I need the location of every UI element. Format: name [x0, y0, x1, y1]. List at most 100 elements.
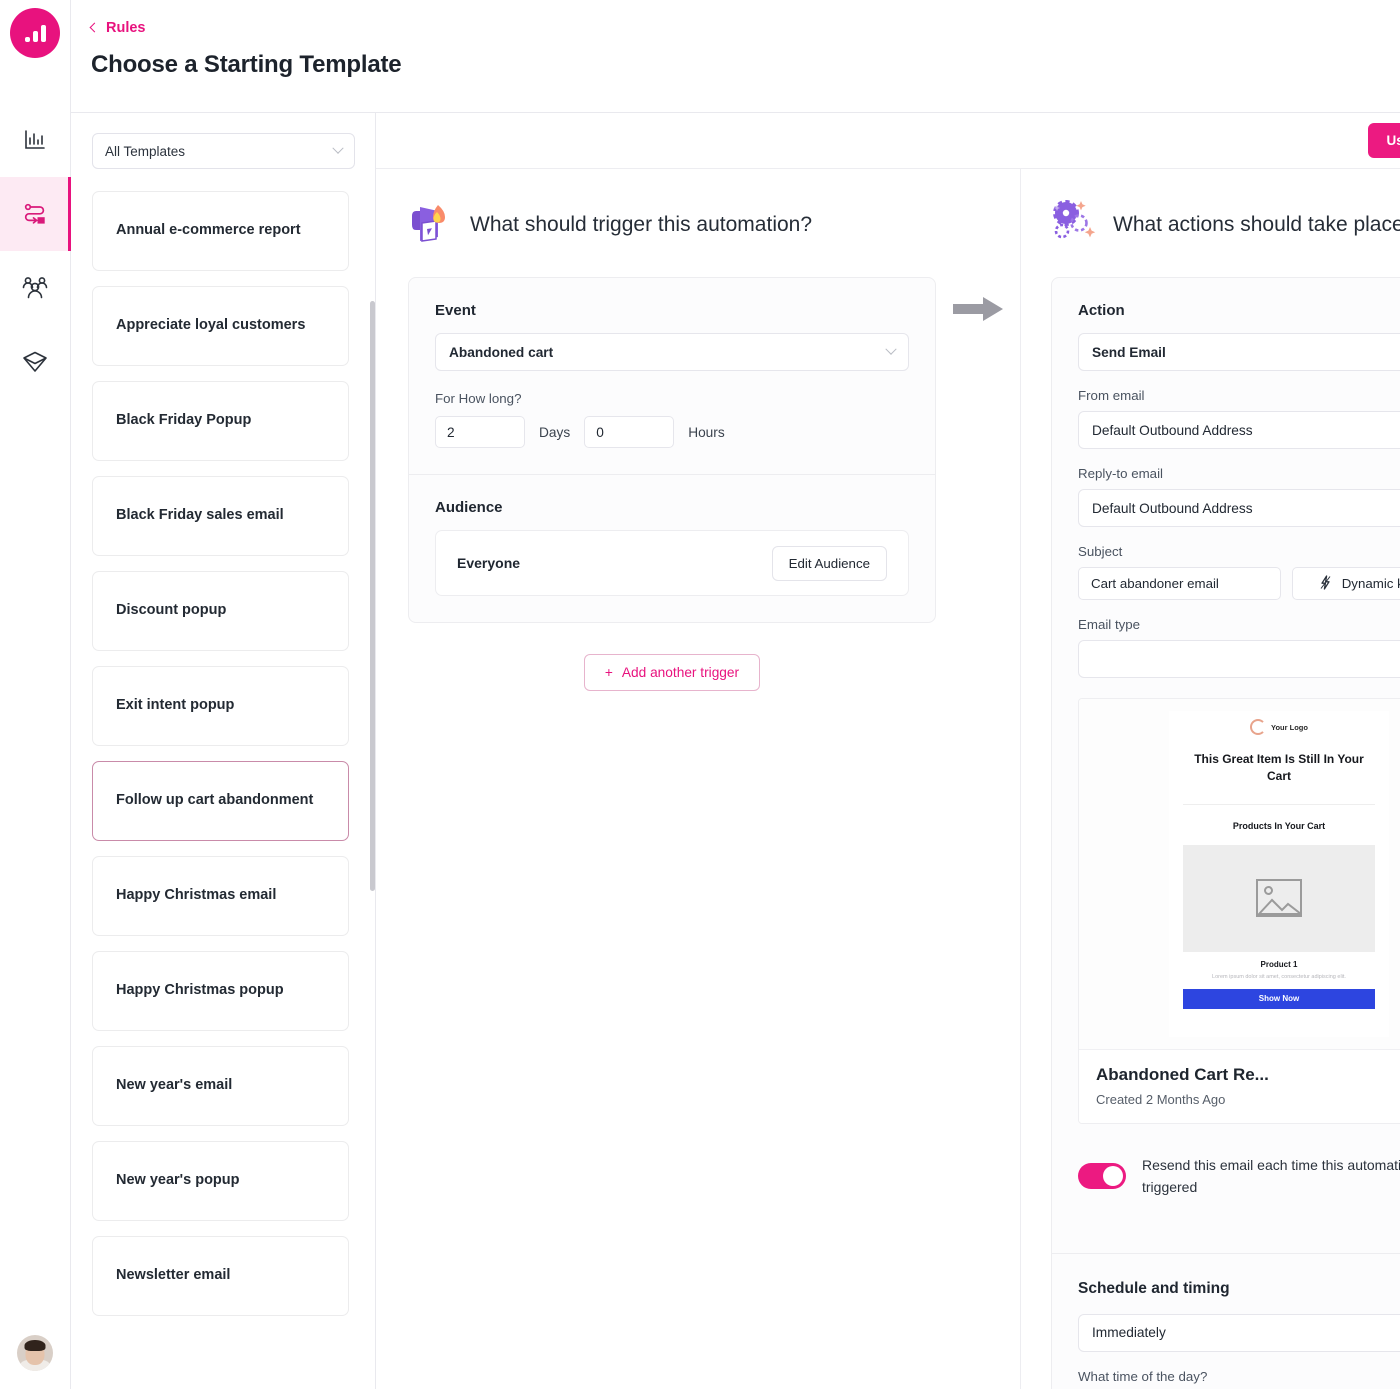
user-avatar[interactable]: [17, 1335, 53, 1371]
trigger-pane: What should trigger this automation? Eve…: [376, 169, 936, 1389]
arrow-right-icon: [951, 294, 1005, 329]
edit-audience-button[interactable]: Edit Audience: [771, 545, 887, 581]
template-card[interactable]: New year's popup: [92, 1141, 349, 1221]
rocket-launch-icon: [408, 199, 456, 251]
schedule-value: Immediately: [1092, 1325, 1166, 1341]
chevron-down-icon: [332, 142, 344, 154]
duration-row: Days Hours: [435, 416, 909, 448]
action-select-value: Send Email: [1092, 344, 1166, 360]
box-package-icon: [22, 350, 48, 374]
nav-items: [0, 103, 71, 399]
subject-row: Dynamic keywords: [1078, 567, 1400, 600]
content-body: All Templates Annual e-commerce report Ap…: [71, 113, 1400, 1389]
template-card[interactable]: Black Friday Popup: [92, 381, 349, 461]
action-select[interactable]: Send Email: [1078, 333, 1400, 371]
audience-title: Audience: [435, 499, 503, 516]
left-nav-rail: [0, 0, 71, 1389]
toggle-knob: [1103, 1166, 1123, 1187]
email-section-title: Products In Your Cart: [1232, 820, 1326, 831]
schedule-select[interactable]: Immediately: [1078, 1313, 1400, 1352]
template-card-label: New year's email: [116, 1077, 233, 1094]
email-cta-button[interactable]: Show Now: [1183, 988, 1375, 1009]
reply-to-group: Reply-to email Default Outbound Address: [1078, 466, 1400, 527]
subject-group: Subject Cart abandoner email Dynamic: [1078, 544, 1400, 600]
sidebar-item-automation[interactable]: [0, 177, 71, 251]
template-card[interactable]: Follow up cart abandonment: [92, 761, 349, 841]
resend-toggle[interactable]: [1078, 1163, 1126, 1190]
logo-bar-2: [32, 31, 38, 42]
template-card[interactable]: Appreciate loyal customers: [92, 286, 349, 366]
email-type-select[interactable]: [1078, 640, 1400, 678]
template-filter-select[interactable]: All Templates: [92, 133, 355, 169]
event-title: Event: [435, 302, 476, 319]
hours-unit-label: Hours: [688, 424, 725, 440]
trigger-heading: What should trigger this automation?: [470, 213, 813, 236]
action-settings-section: Action Send Email From email Default Out…: [1052, 278, 1400, 1251]
action-heading-row: What actions should take place?: [1051, 199, 1400, 251]
resend-toggle-row: Resend this email each time this automat…: [1078, 1154, 1400, 1225]
scrollbar-thumb[interactable]: [370, 301, 375, 891]
trigger-card: Event Abandoned cart For How long? 2 Day…: [408, 277, 936, 623]
template-card[interactable]: Black Friday sales email: [92, 476, 349, 556]
from-email-select[interactable]: Default Outbound Address: [1078, 411, 1400, 449]
action-pane: What actions should take place? Action S…: [1021, 169, 1400, 1389]
hours-input[interactable]: [584, 416, 675, 448]
action-card: Action Send Email From email Default Out…: [1051, 277, 1400, 1389]
gears-sparkle-icon: [1051, 199, 1099, 251]
use-this-template-button[interactable]: Use this Template: [1368, 123, 1400, 158]
template-card-label: New year's popup: [116, 1172, 240, 1189]
breadcrumb-rules[interactable]: Rules: [89, 20, 146, 36]
subject-label: Subject: [1078, 544, 1123, 559]
page-title: Choose a Starting Template: [91, 51, 402, 78]
template-list-scrollbar[interactable]: [370, 191, 375, 1389]
brand-swirl-icon: [1250, 719, 1267, 735]
email-card-meta: Abandoned Cart Re... Created 2 Months Ag…: [1079, 1049, 1400, 1123]
subject-input[interactable]: [1078, 567, 1281, 600]
template-card[interactable]: Happy Christmas email: [92, 856, 349, 936]
template-card-label: Happy Christmas email: [116, 887, 277, 904]
audience-section: Audience Everyone Edit Audience: [409, 474, 935, 622]
template-card-label: Appreciate loyal customers: [116, 317, 306, 334]
email-product-image: [1183, 844, 1375, 952]
email-product-desc: Lorem ipsum dolor sit amet, consectetur …: [1212, 973, 1346, 980]
builder-panes: What should trigger this automation? Eve…: [376, 169, 1400, 1389]
app-logo[interactable]: [10, 8, 60, 58]
email-card-text: Abandoned Cart Re... Created 2 Months Ag…: [1096, 1065, 1269, 1107]
automation-flow-icon: [22, 202, 48, 226]
email-type-label: Email type: [1078, 617, 1141, 632]
email-product-name: Product 1: [1260, 959, 1298, 969]
days-unit-label: Days: [539, 424, 571, 440]
schedule-section: Schedule and timing Immediately What tim…: [1052, 1252, 1400, 1389]
template-list[interactable]: Annual e-commerce report Appreciate loyal…: [92, 191, 355, 1389]
template-card[interactable]: Discount popup: [92, 571, 349, 651]
image-placeholder-icon: [1256, 879, 1302, 918]
from-email-label: From email: [1078, 388, 1145, 403]
sidebar-item-audience[interactable]: [0, 251, 70, 325]
template-card[interactable]: Newsletter email: [92, 1236, 349, 1316]
template-card[interactable]: Exit intent popup: [92, 666, 349, 746]
chevron-down-icon: [885, 343, 897, 355]
action-title: Action: [1078, 302, 1125, 319]
template-card[interactable]: Annual e-commerce report: [92, 191, 349, 271]
email-card-subtitle: Created 2 Months Ago: [1096, 1092, 1226, 1107]
sidebar-item-analytics[interactable]: [0, 103, 70, 177]
resend-toggle-label: Resend this email each time this automat…: [1142, 1157, 1400, 1196]
flow-arrow-column: [936, 169, 1021, 1389]
event-select[interactable]: Abandoned cart: [435, 333, 909, 371]
dynamic-keywords-button[interactable]: Dynamic keywords: [1292, 567, 1400, 600]
schedule-title: Schedule and timing: [1078, 1279, 1230, 1297]
template-filter-label: All Templates: [105, 143, 186, 159]
email-preview-card[interactable]: Your Logo This Great Item Is Still In Yo…: [1078, 698, 1400, 1124]
reply-to-select[interactable]: Default Outbound Address: [1078, 489, 1400, 527]
template-card[interactable]: Happy Christmas popup: [92, 951, 349, 1031]
event-select-value: Abandoned cart: [449, 344, 554, 360]
builder-toolbar: Use this Template: [376, 113, 1400, 169]
sidebar-item-products[interactable]: [0, 325, 70, 399]
days-input[interactable]: [435, 416, 525, 448]
time-of-day-label: What time of the day?: [1078, 1368, 1208, 1384]
reply-to-label: Reply-to email: [1078, 466, 1163, 481]
add-another-trigger-button[interactable]: + Add another trigger: [583, 654, 761, 691]
template-card-label: Black Friday Popup: [116, 412, 252, 429]
template-card[interactable]: New year's email: [92, 1046, 349, 1126]
page-header: Rules Choose a Starting Template: [71, 0, 1400, 113]
